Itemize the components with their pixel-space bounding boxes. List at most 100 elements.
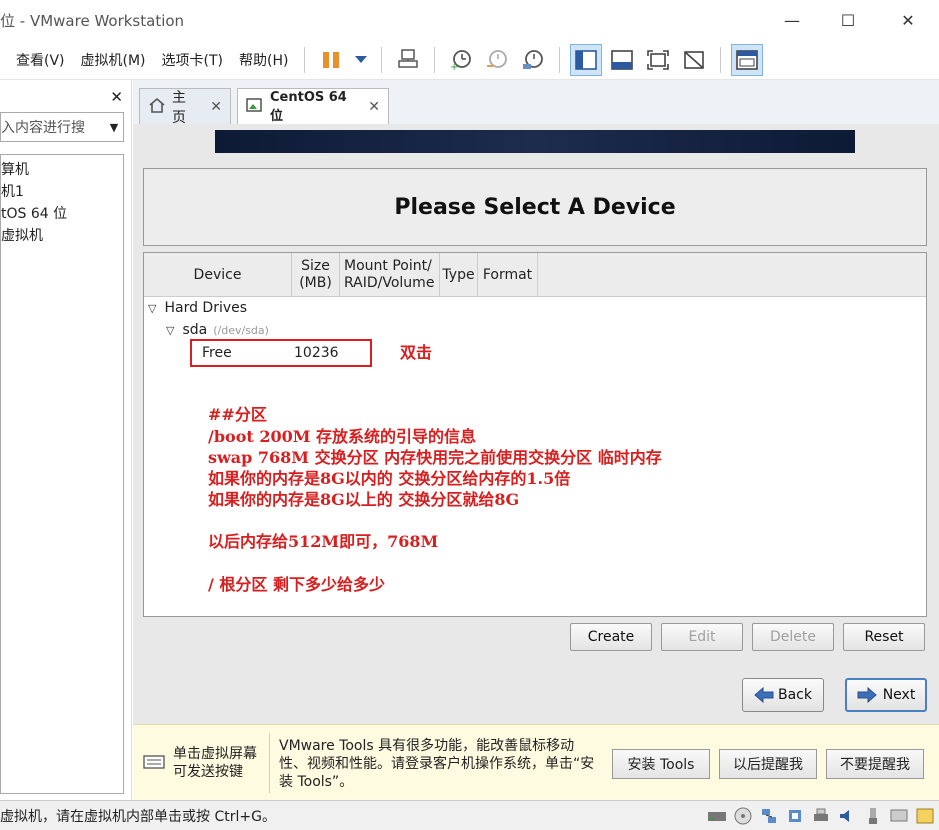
vm-icon: [246, 96, 264, 118]
library-item-centos[interactable]: tOS 64 位: [1, 203, 123, 225]
network-icon[interactable]: [759, 807, 779, 825]
library-panel: ✕ 入内容进行搜 ▼ 算机 机1 tOS 64 位 虚拟机: [0, 80, 132, 800]
snapshot-manager-icon[interactable]: [517, 44, 549, 76]
toolbar-separator: [720, 46, 722, 73]
snapshot-icon[interactable]: +: [445, 44, 477, 76]
hint-line: 单击虚拟屏幕: [173, 746, 257, 762]
status-text: 虚拟机，请在虚拟机内部单击或按 Ctrl+G。: [0, 808, 276, 825]
close-tab-icon[interactable]: ✕: [210, 99, 222, 115]
annotation-line: / 根分区 剩下多少给多少: [208, 575, 385, 594]
arrow-right-icon: [857, 687, 877, 703]
arrow-left-icon: [754, 687, 774, 703]
hard-disk-icon[interactable]: [707, 807, 727, 825]
unity-icon[interactable]: [678, 44, 710, 76]
tree-hard-drives[interactable]: ▽ Hard Drives: [148, 297, 247, 319]
full-screen-icon[interactable]: [642, 44, 674, 76]
menu-bar: 查看(V) 虚拟机(M) 选项卡(T) 帮助(H) +: [0, 40, 939, 80]
tools-message: VMware Tools 具有很多功能，能改善鼠标移动性、视频和性能。请登录客户…: [279, 738, 595, 790]
column-size[interactable]: Size (MB): [292, 253, 340, 297]
toolbar-separator: [304, 46, 306, 73]
library-item-shared-vms[interactable]: 虚拟机: [1, 225, 123, 247]
menu-vm[interactable]: 虚拟机(M): [73, 50, 154, 70]
column-mount-line2: RAID/Volume: [344, 275, 435, 291]
hint-line: 可发送按键: [173, 764, 243, 780]
column-device[interactable]: Device: [144, 253, 292, 297]
close-tab-icon[interactable]: ✕: [368, 99, 380, 115]
annotation-line: 如果你的内存是8G以上的 交换分区就给8G: [208, 490, 520, 509]
delete-button[interactable]: Delete: [752, 623, 834, 651]
usb-icon[interactable]: [785, 807, 805, 825]
column-size-line1: Size: [301, 258, 330, 274]
tab-home[interactable]: 主页 ✕: [139, 88, 231, 126]
free-space-row[interactable]: Free 10236: [190, 339, 372, 367]
disk-label: sda: [182, 322, 208, 338]
close-button[interactable]: ✕: [878, 0, 938, 40]
minimize-button[interactable]: —: [762, 0, 822, 40]
maximize-button[interactable]: ☐: [818, 0, 878, 40]
page-title: Please Select A Device: [143, 168, 927, 246]
hard-drives-label: Hard Drives: [164, 300, 248, 316]
back-button[interactable]: Back: [742, 678, 824, 712]
page-title-text: Please Select A Device: [394, 194, 676, 220]
library-item-computer[interactable]: 算机: [1, 159, 123, 181]
create-button[interactable]: Create: [570, 623, 652, 651]
library-tree: 算机 机1 tOS 64 位 虚拟机: [0, 154, 124, 794]
edit-button[interactable]: Edit: [661, 623, 743, 651]
menu-help[interactable]: 帮助(H): [231, 50, 296, 70]
annotation-line: ##分区: [208, 405, 267, 424]
window-title: 位 - VMware Workstation: [0, 11, 185, 30]
expand-icon[interactable]: ▽: [148, 302, 156, 315]
tab-bar: 主页 ✕ CentOS 64 位 ✕: [133, 80, 939, 126]
installer-banner: [215, 130, 855, 153]
device-table: Device Size (MB) Mount Point/ RAID/Volum…: [143, 252, 927, 617]
tools-notification-bar: 单击虚拟屏幕 可发送按键 VMware Tools 具有很多功能，能改善鼠标移动…: [133, 724, 939, 800]
search-placeholder: 入内容进行搜: [1, 120, 85, 136]
close-library-icon[interactable]: ✕: [110, 88, 123, 106]
tree-disk-sda[interactable]: ▽ sda (/dev/sda): [166, 319, 269, 341]
tab-centos[interactable]: CentOS 64 位 ✕: [237, 88, 389, 124]
thumbnail-bar-icon[interactable]: [606, 44, 638, 76]
menu-tabs[interactable]: 选项卡(T): [154, 50, 231, 70]
power-dropdown-icon[interactable]: [351, 44, 371, 76]
next-button[interactable]: Next: [845, 678, 927, 712]
display-icon[interactable]: [889, 807, 909, 825]
svg-text:+: +: [450, 62, 458, 72]
library-search-input[interactable]: 入内容进行搜 ▼: [0, 112, 124, 142]
annotation-line: 以后内存给512M即可，768M: [208, 532, 439, 551]
column-mount[interactable]: Mount Point/ RAID/Volume: [340, 253, 440, 297]
column-size-line2: (MB): [299, 275, 332, 291]
send-keys-hint: 单击虚拟屏幕 可发送按键: [173, 745, 257, 781]
column-mount-line1: Mount Point/: [344, 258, 432, 274]
column-type[interactable]: Type: [440, 253, 478, 297]
home-icon: [148, 97, 166, 117]
column-format[interactable]: Format: [478, 253, 538, 297]
pause-icon[interactable]: [315, 44, 347, 76]
title-bar: 位 - VMware Workstation — ☐ ✕: [0, 0, 939, 40]
message-log-icon[interactable]: [915, 807, 935, 825]
back-button-label: Back: [778, 687, 812, 703]
console-view-icon[interactable]: [731, 43, 764, 76]
send-ctrl-alt-del-icon[interactable]: [392, 44, 424, 76]
show-library-icon[interactable]: [570, 43, 603, 76]
usb-controller-icon[interactable]: [863, 807, 883, 825]
keyboard-icon: [143, 755, 165, 769]
disk-path: (/dev/sda): [213, 323, 269, 337]
device-icons: [707, 805, 935, 827]
vm-console[interactable]: Please Select A Device Device Size (MB) …: [133, 124, 939, 724]
toolbar-separator: [434, 46, 436, 73]
library-item-vm1[interactable]: 机1: [1, 181, 123, 203]
reset-button[interactable]: Reset: [843, 623, 925, 651]
remind-later-button[interactable]: 以后提醒我: [719, 749, 817, 779]
cd-dvd-icon[interactable]: [733, 807, 753, 825]
table-header: Device Size (MB) Mount Point/ RAID/Volum…: [144, 253, 926, 297]
expand-icon[interactable]: ▽: [166, 324, 174, 337]
chevron-down-icon[interactable]: ▼: [105, 121, 123, 134]
revert-snapshot-icon[interactable]: [481, 44, 513, 76]
never-remind-button[interactable]: 不要提醒我: [826, 749, 924, 779]
install-tools-button[interactable]: 安装 Tools: [612, 749, 710, 779]
tab-home-label: 主页: [172, 89, 186, 126]
sound-icon[interactable]: [837, 807, 857, 825]
free-label: Free: [202, 345, 232, 361]
menu-view[interactable]: 查看(V): [0, 50, 73, 70]
printer-icon[interactable]: [811, 807, 831, 825]
